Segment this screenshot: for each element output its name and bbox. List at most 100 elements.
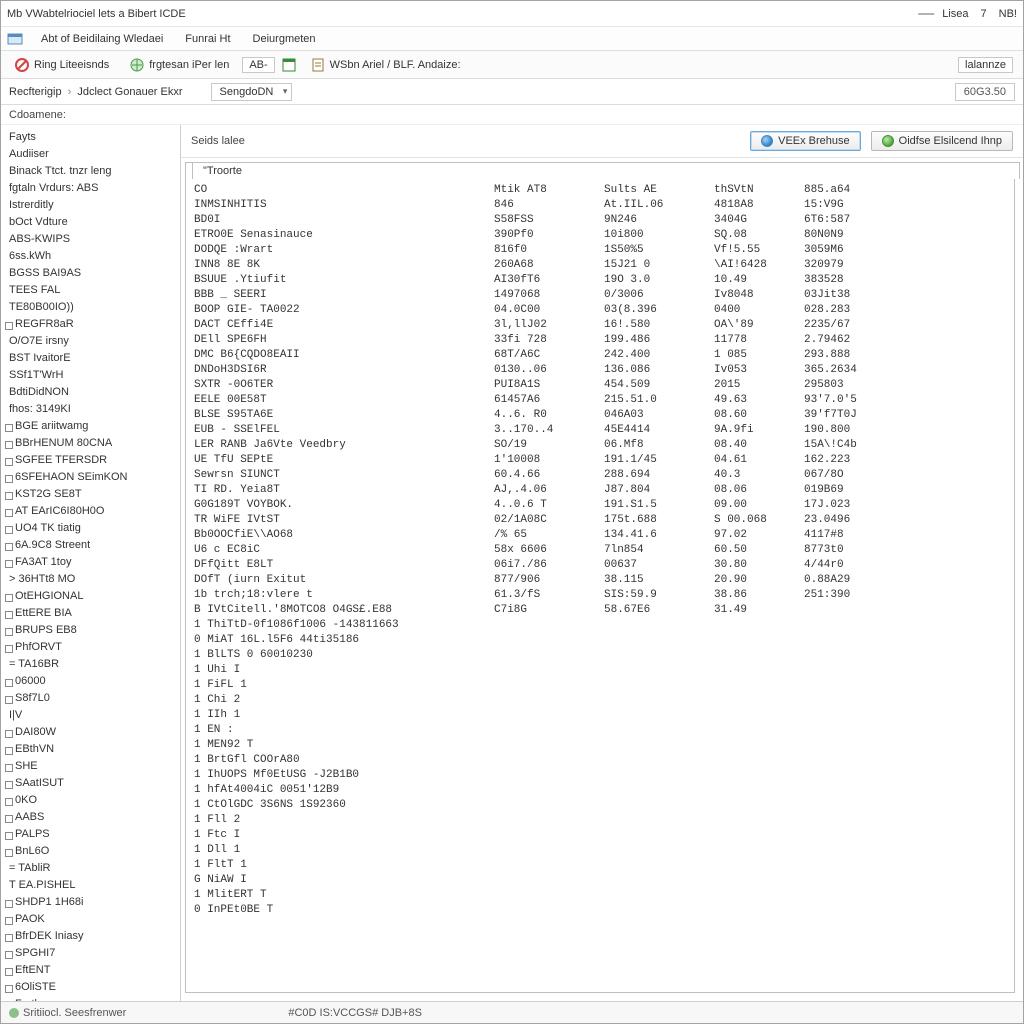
tree-item[interactable]: 6ss.kWh [1,248,180,265]
tree-item[interactable]: 6SFEHAON SEimKON [1,469,180,486]
tree-item[interactable]: SAatISUT [1,775,180,792]
tree-item[interactable]: T EA.PISHEL [1,877,180,894]
tree-item[interactable]: > 36HTt8 MO [1,571,180,588]
tree-item[interactable]: 06000 [1,673,180,690]
cell: 15J21 0 [604,258,714,273]
table-row: TI RD. Yeia8TAJ,.4.06J87.80408.06019B69 [194,483,1006,498]
cell [804,798,894,813]
toolbar-button-perlen-label: frgtesan iPer len [149,59,229,71]
tree-item[interactable]: DAI80W [1,724,180,741]
tree-item[interactable]: 0KO [1,792,180,809]
tree-item[interactable]: AABS [1,809,180,826]
cell: 97.02 [714,528,804,543]
cell [804,663,894,678]
cell: 191.S1.5 [604,498,714,513]
tree-item[interactable]: UO4 TK tiatig [1,520,180,537]
cell [804,858,894,873]
tree-item[interactable]: SHDP1 1H68i [1,894,180,911]
cell: 1 Chi 2 [194,693,494,708]
cell: 846 [494,198,604,213]
tree-item[interactable]: TEES FAL [1,282,180,299]
tree-item[interactable]: O/O7E irsny [1,333,180,350]
cell: 028.283 [804,303,894,318]
tree-item[interactable]: 6OliSTE [1,979,180,996]
toolbar-chip[interactable]: AB- [242,57,274,73]
tree-item[interactable]: AT EArIC6I80H0O [1,503,180,520]
table-row: ETRO0E Senasinauce390Pf010i800SQ.0880N0N… [194,228,1006,243]
table-row: G0G189T VOYBOK.4..0.6 T191.S1.509.0017J.… [194,498,1006,513]
tree-item[interactable]: KST2G SE8T [1,486,180,503]
tree-item[interactable]: Audiiser [1,146,180,163]
cell: BOOP GIE- TA0022 [194,303,494,318]
tree-item[interactable]: EftENT [1,962,180,979]
tree-item[interactable]: 6A.9C8 Streent [1,537,180,554]
tree-item[interactable]: BBrHENUM 80CNA [1,435,180,452]
toolbar-button-ring[interactable]: Ring Liteeisnds [7,54,116,76]
breadcrumb[interactable]: Recfterigip › Jdclect Gonauer Ekxr [9,86,183,98]
tree-item[interactable]: EttERE BIA [1,605,180,622]
tree-item[interactable]: SSf1T'WrH [1,367,180,384]
tree-item[interactable]: REGFR8aR [1,316,180,333]
toolbar-right-button[interactable]: lalannze [958,57,1013,73]
table-row: BLSE S95TA6E4..6. R0046A0308.6039'f7T0J [194,408,1006,423]
menu-item-2[interactable]: Funrai Ht [181,31,234,47]
tree-item[interactable]: Fayts [1,129,180,146]
tree-item[interactable]: SHE [1,758,180,775]
menu-item-3[interactable]: Deiurgmeten [249,31,320,47]
tree-item[interactable]: PhfORVT [1,639,180,656]
tree-item[interactable]: Istrerditly [1,197,180,214]
tree-item[interactable]: fgtaln Vrdurs: ABS [1,180,180,197]
cell [804,843,894,858]
tree-item[interactable]: PALPS [1,826,180,843]
tree-item[interactable]: OtEHGIONAL [1,588,180,605]
tree-item[interactable]: SPGHI7 [1,945,180,962]
cell [714,783,804,798]
tree-item[interactable]: bOct Vdture [1,214,180,231]
tree-item[interactable]: BfrDEK Iniasy [1,928,180,945]
cell: 1 085 [714,348,804,363]
tree-item[interactable]: FA3AT 1toy [1,554,180,571]
tree-item[interactable]: BGSS BAI9AS [1,265,180,282]
tree-item[interactable]: BRUPS EB8 [1,622,180,639]
results-grid[interactable]: COMtik AT8Sults AEthSVtN885.a64INMSINHIT… [186,179,1014,992]
tree-item[interactable]: ABS-KWIPS [1,231,180,248]
toolbar-button-perlen[interactable]: frgtesan iPer len [122,54,236,76]
tree-item[interactable]: Fortlry [1,996,180,1001]
tree-item[interactable]: SGFEE TFERSDR [1,452,180,469]
cell [604,768,714,783]
tree-item[interactable]: BGE ariitwamg [1,418,180,435]
execute-button[interactable]: VEEx Brehuse [750,131,861,151]
scope-dropdown[interactable]: SengdoDN [211,83,293,101]
tree-item[interactable]: = TA16BR [1,656,180,673]
cell [604,828,714,843]
cell [714,843,804,858]
minimize-button[interactable]: — [910,5,942,23]
toolbar-button-analyze[interactable]: WSbn Ariel / BLF. Andaize: [303,54,468,76]
cell [804,873,894,888]
tree-item[interactable]: TE80B00IO)) [1,299,180,316]
tree-item[interactable]: = TAbliR [1,860,180,877]
cell: SXTR -0O6TER [194,378,494,393]
tree-item[interactable]: Binack Ttct. tnzr leng [1,163,180,180]
cell: 1 EN : [194,723,494,738]
tree-item[interactable]: I|V [1,707,180,724]
tree-item[interactable]: PAOK [1,911,180,928]
results-panel: "Troorte COMtik AT8Sults AEthSVtN885.a64… [185,162,1015,993]
tree-item[interactable]: BnL6O [1,843,180,860]
tree-item[interactable]: fhos: 3149KI [1,401,180,418]
tree-item[interactable]: S8f7L0 [1,690,180,707]
cell [804,903,894,918]
cell: 61.3/fS [494,588,604,603]
tree-item[interactable]: BST IvaitorE [1,350,180,367]
menu-item-1[interactable]: Abt of Beidilaing Wledaei [37,31,167,47]
tree-view[interactable]: FaytsAudiiserBinack Ttct. tnzr lengfgtal… [1,125,180,1001]
table-row: 1 Dll 1 [194,843,1006,858]
cell [714,693,804,708]
toolbar-button-analyze-label: WSbn Ariel / BLF. Andaize: [330,59,461,71]
tree-item[interactable]: BdtiDidNON [1,384,180,401]
cell: 0130..06 [494,363,604,378]
describe-button[interactable]: Oidfse Elsilcend Ihnp [871,131,1013,151]
cell: 1 hfAt4004iC 0051'12B9 [194,783,494,798]
results-tab[interactable]: "Troorte [192,162,1020,179]
tree-item[interactable]: EBthVN [1,741,180,758]
